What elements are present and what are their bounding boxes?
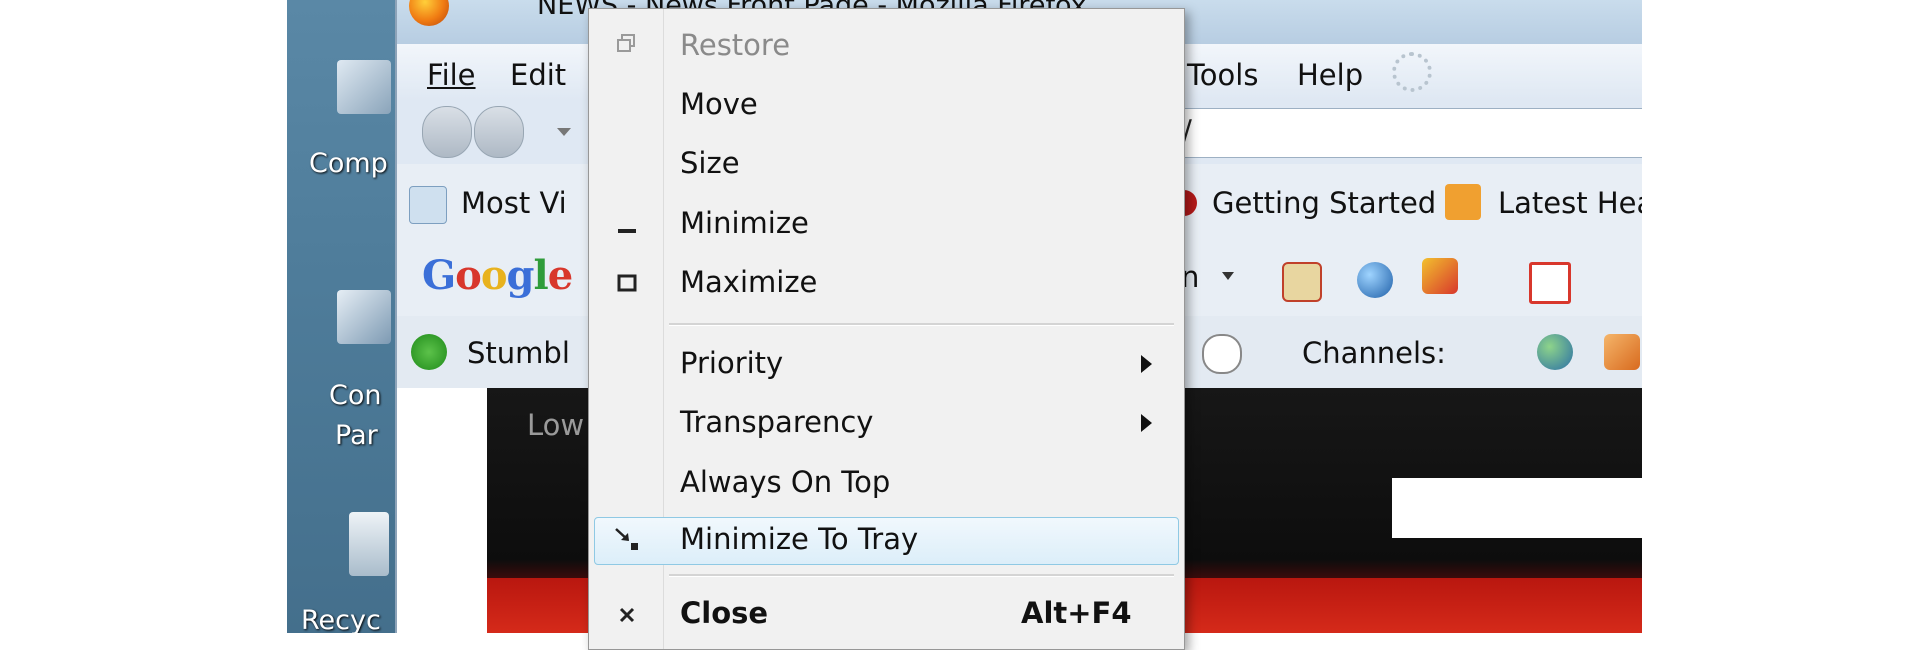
people-icon[interactable] <box>1604 334 1640 370</box>
menu-help[interactable]: Help <box>1297 58 1363 92</box>
menu-item-label: Restore <box>680 28 791 62</box>
page-white-block <box>1392 478 1642 538</box>
desktop-icon-label: Par <box>335 420 378 451</box>
control-panel-icon[interactable] <box>337 290 391 344</box>
desktop-icon-label: Con <box>329 380 382 411</box>
menu-file[interactable]: File <box>427 58 476 92</box>
menu-item-minimize-to-tray[interactable]: Minimize To Tray <box>589 511 1184 569</box>
window-context-menu: Restore Move Size Minimize Maximize Prio… <box>588 8 1185 650</box>
recycle-bin-icon[interactable] <box>349 512 389 576</box>
menu-tools[interactable]: Tools <box>1187 58 1258 92</box>
menu-item-label: Minimize <box>680 206 809 240</box>
stumble-button[interactable]: Stumbl <box>467 336 570 370</box>
calendar-icon[interactable] <box>1282 262 1322 302</box>
menu-item-priority[interactable]: Priority <box>589 335 1184 393</box>
menu-separator <box>669 574 1174 577</box>
desktop-background: Comp Con Par Recyc <box>287 0 405 633</box>
menu-separator <box>669 323 1174 326</box>
menu-item-restore: Restore <box>589 17 1184 75</box>
menu-item-move[interactable]: Move <box>589 76 1184 134</box>
earth-icon[interactable] <box>1357 262 1393 298</box>
minimize-icon <box>613 209 641 237</box>
channels-label: Channels: <box>1302 336 1446 370</box>
close-shortcut: Alt+F4 <box>1021 596 1132 630</box>
bookmark-most-visited[interactable]: Most Vi <box>461 186 567 220</box>
google-logo[interactable]: Google <box>422 252 573 299</box>
maximize-icon <box>613 268 641 296</box>
desktop-icon-label: Recyc <box>301 605 381 633</box>
history-dropdown-icon[interactable] <box>557 128 571 136</box>
menu-item-label: Priority <box>680 346 784 380</box>
throbber-icon <box>1392 52 1432 92</box>
computer-icon[interactable] <box>337 60 391 114</box>
comment-icon[interactable] <box>1202 334 1242 374</box>
forward-button[interactable] <box>474 106 524 158</box>
close-icon <box>613 599 641 627</box>
submenu-arrow-icon <box>1141 355 1152 373</box>
restore-icon <box>613 31 641 59</box>
back-button[interactable] <box>422 106 472 158</box>
rss-feed-icon <box>1445 184 1481 220</box>
menu-item-always-on-top[interactable]: Always On Top <box>589 454 1184 512</box>
menu-item-label: Minimize To Tray <box>680 522 919 556</box>
menu-item-label: Size <box>680 146 740 180</box>
menu-item-close[interactable]: Close Alt+F4 <box>589 585 1184 643</box>
menu-item-transparency[interactable]: Transparency <box>589 394 1184 452</box>
gmail-icon[interactable] <box>1529 262 1571 304</box>
page-partial-text: Low <box>527 408 585 442</box>
menu-item-label: Transparency <box>680 405 874 439</box>
menu-item-label: Close <box>680 596 769 630</box>
menu-item-label: Move <box>680 87 758 121</box>
globe-icon[interactable] <box>1537 334 1573 370</box>
desktop-icon-label: Comp <box>309 148 388 179</box>
puzzle-icon[interactable] <box>1422 258 1458 294</box>
toolbar-dropdown-icon[interactable] <box>1222 272 1234 280</box>
menu-item-minimize[interactable]: Minimize <box>589 195 1184 253</box>
menu-edit[interactable]: Edit <box>510 58 566 92</box>
menu-item-label: Always On Top <box>680 465 891 499</box>
bookmark-getting-started[interactable]: Getting Started <box>1212 186 1436 220</box>
most-visited-icon <box>409 186 447 224</box>
submenu-arrow-icon <box>1141 414 1152 432</box>
bookmark-latest-headlines[interactable]: Latest Hea <box>1498 186 1642 220</box>
minimize-to-tray-icon <box>613 525 641 553</box>
stumbleupon-icon[interactable] <box>411 334 447 370</box>
menu-item-maximize[interactable]: Maximize <box>589 254 1184 312</box>
menu-item-label: Maximize <box>680 265 818 299</box>
menu-item-size[interactable]: Size <box>589 135 1184 193</box>
